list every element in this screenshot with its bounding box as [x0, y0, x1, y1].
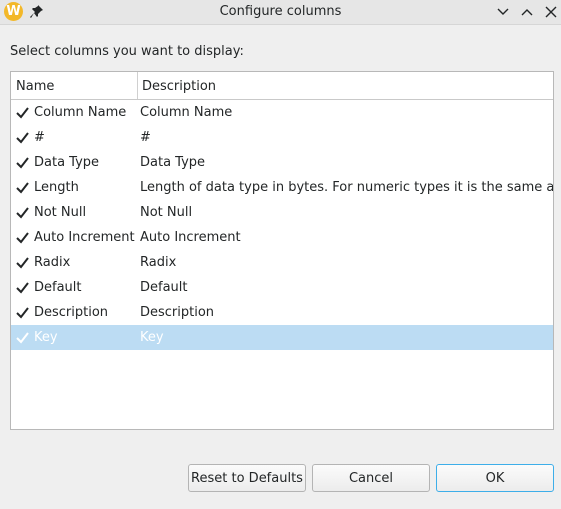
row-name: Default	[34, 280, 82, 295]
row-description: Length of data type in bytes. For numeri…	[140, 180, 554, 195]
table-row[interactable]: Description Description	[11, 300, 553, 325]
header-divider[interactable]	[137, 72, 138, 99]
table-header: Name Description	[11, 72, 553, 100]
table-body: Column Name Column Name # # Data Type Data Ty…	[11, 100, 553, 350]
row-name: Not Null	[34, 205, 87, 220]
row-name: Radix	[34, 255, 71, 270]
table-row[interactable]: Length Length of data type in bytes. For …	[11, 175, 553, 200]
row-name: Length	[34, 180, 79, 195]
column-header-description[interactable]: Description	[142, 79, 216, 94]
table-row[interactable]: Default Default	[11, 275, 553, 300]
checkbox-check-icon[interactable]	[15, 205, 30, 220]
row-description: #	[140, 130, 151, 145]
row-name: Key	[34, 330, 58, 345]
row-name: #	[34, 130, 45, 145]
row-name: Column Name	[34, 105, 127, 120]
table-row[interactable]: Key Key	[11, 325, 553, 350]
row-name: Data Type	[34, 155, 100, 170]
checkbox-check-icon[interactable]	[15, 305, 30, 320]
reset-to-defaults-button[interactable]: Reset to Defaults	[188, 464, 306, 492]
checkbox-check-icon[interactable]	[15, 255, 30, 270]
table-row[interactable]: Auto Increment Auto Increment	[11, 225, 553, 250]
checkbox-check-icon[interactable]	[15, 230, 30, 245]
checkbox-check-icon[interactable]	[15, 105, 30, 120]
chevron-up-icon	[521, 9, 533, 16]
close-button[interactable]	[543, 4, 559, 20]
table-row[interactable]: Data Type Data Type	[11, 150, 553, 175]
row-description: Radix	[140, 255, 177, 270]
column-header-name[interactable]: Name	[16, 79, 54, 94]
checkbox-check-icon[interactable]	[15, 280, 30, 295]
maximize-button[interactable]	[519, 4, 535, 20]
columns-table[interactable]: Name Description Column Name Column Name #…	[10, 71, 554, 430]
close-icon	[545, 6, 557, 18]
row-description: Auto Increment	[140, 230, 241, 245]
row-name: Description	[34, 305, 109, 320]
title-bar: W Configure columns	[0, 0, 561, 25]
checkbox-check-icon[interactable]	[15, 180, 30, 195]
checkbox-check-icon[interactable]	[15, 155, 30, 170]
chevron-down-icon	[497, 8, 509, 15]
row-description: Description	[140, 305, 215, 320]
row-description: Key	[140, 330, 164, 345]
row-description: Column Name	[140, 105, 233, 120]
ok-button[interactable]: OK	[436, 464, 554, 492]
row-description: Not Null	[140, 205, 193, 220]
row-description: Data Type	[140, 155, 206, 170]
row-name: Auto Increment	[34, 230, 135, 245]
prompt-label: Select columns you want to display:	[10, 44, 244, 59]
checkbox-check-icon[interactable]	[15, 330, 30, 345]
checkbox-check-icon[interactable]	[15, 130, 30, 145]
table-row[interactable]: Radix Radix	[11, 250, 553, 275]
table-row[interactable]: Not Null Not Null	[11, 200, 553, 225]
table-row[interactable]: # #	[11, 125, 553, 150]
window-title: Configure columns	[219, 4, 342, 19]
row-description: Default	[140, 280, 188, 295]
minimize-button[interactable]	[495, 4, 511, 20]
table-row[interactable]: Column Name Column Name	[11, 100, 553, 125]
cancel-button[interactable]: Cancel	[312, 464, 430, 492]
